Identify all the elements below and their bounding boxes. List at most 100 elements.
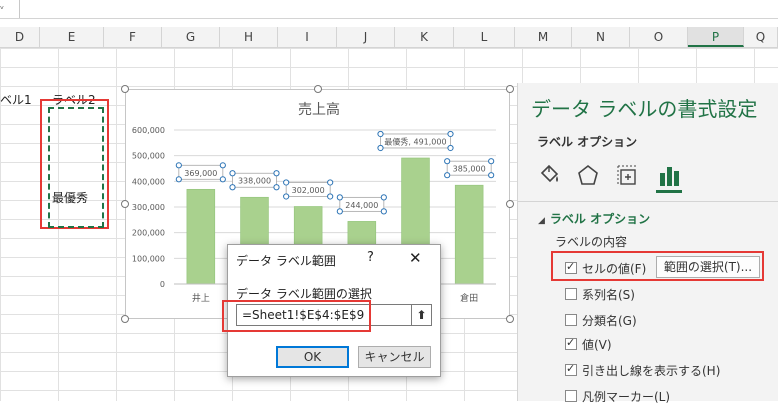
data-label: 369,000 [184,169,217,178]
column-header-l[interactable]: L [454,27,515,47]
data-label-handle [327,179,334,186]
collapse-dialog-icon[interactable]: ⬆ [412,304,432,326]
cancel-button[interactable]: キャンセル [358,346,431,368]
name-box-dropdown-icon[interactable]: ᵥ [0,1,4,12]
resize-handle[interactable] [121,85,129,93]
label-option-1[interactable]: 系列名(S) [565,285,635,303]
data-label: 244,000 [345,201,378,210]
data-label-handle [447,130,454,138]
data-label-range-dialog: データ ラベル範囲 ? ✕ データ ラベル範囲の選択 ⬆ OK キャンセル [222,244,441,377]
label-option-3[interactable]: 値(V) [565,335,612,353]
x-tick-label: 倉田 [460,292,478,304]
y-tick-label: 300,000 [132,203,165,212]
pane-subtitle[interactable]: ラベル オプション [537,133,637,150]
x-tick-label: 井上 [192,292,210,304]
option-label: 分類名(G) [582,313,637,328]
resize-handle[interactable] [506,200,514,208]
option-label: 引き出し線を表示する(H) [582,363,721,378]
cell-e-value[interactable]: 最優秀 [52,189,88,206]
data-label-handle [336,194,343,201]
y-tick-label: 200,000 [132,229,165,238]
data-label: 最優秀, 491,000 [384,136,446,146]
column-header-p[interactable]: P [688,27,744,47]
data-label-handle [283,193,290,200]
column-header-bar: DEFGHIJKLMNOPQ [0,27,778,48]
dialog-title: データ ラベル範囲 [236,254,336,268]
label-options-section-header[interactable]: ◢ ラベル オプション [538,210,650,227]
label-option-0[interactable]: セルの値(F) [565,259,646,277]
option-checkbox[interactable] [565,336,577,350]
data-label-handle [380,194,387,201]
bar[interactable] [186,188,216,285]
column-header-m[interactable]: M [515,27,572,47]
data-label-handle [273,184,280,191]
formula-divider [19,0,20,18]
option-checkbox[interactable] [565,314,577,326]
data-label-handle [273,170,280,177]
fill-bucket-icon[interactable] [536,163,562,189]
column-header-i[interactable]: I [278,27,337,47]
column-header-e[interactable]: E [40,27,104,47]
y-tick-label: 400,000 [132,177,165,186]
option-label: 系列名(S) [582,287,635,302]
y-tick-label: 0 [160,280,165,289]
y-tick-label: 600,000 [132,126,165,135]
resize-handle[interactable] [121,200,129,208]
close-icon[interactable]: ✕ [409,249,422,267]
data-label-handle [219,162,226,169]
data-label-handle [175,162,182,169]
column-header-g[interactable]: G [162,27,220,47]
option-checkbox[interactable] [565,390,577,402]
column-header-q[interactable]: Q [744,27,778,47]
column-header-f[interactable]: F [104,27,162,47]
column-header-k[interactable]: K [395,27,454,47]
active-tab-indicator [656,190,682,193]
option-checkbox[interactable] [565,288,577,300]
resize-handle[interactable] [314,85,322,93]
formula-bar: ᵥ [0,0,778,19]
pane-title: データ ラベルの書式設定 [531,97,758,121]
option-label: 値(V) [582,337,612,352]
label-option-2[interactable]: 分類名(G) [565,311,637,329]
option-label: セルの値(F) [582,261,647,276]
size-properties-icon[interactable] [615,163,641,189]
option-checkbox[interactable] [565,362,577,376]
data-label-handle [283,179,290,186]
data-label-handle [175,176,182,183]
ok-button[interactable]: OK [276,346,349,368]
pentagon-effects-icon[interactable] [575,163,601,189]
bar-chart-options-icon[interactable] [656,163,682,189]
resize-handle[interactable] [121,315,129,323]
data-label-handle [327,193,334,200]
column-header-d[interactable]: D [0,27,40,47]
bar[interactable] [454,184,484,285]
data-label-handle [229,170,236,177]
data-label-handle [447,144,454,152]
y-tick-label: 500,000 [132,152,165,161]
data-label-handle [444,158,451,165]
column-header-n[interactable]: N [572,27,630,47]
help-button[interactable]: ? [367,250,374,265]
y-tick-label: 100,000 [132,254,165,263]
cell-d-header[interactable]: ベル1 [0,91,32,108]
column-header-o[interactable]: O [630,27,688,47]
data-label-handle [377,144,384,152]
data-label-handle [488,158,495,165]
label-contents-heading: ラベルの内容 [555,235,628,249]
data-label: 302,000 [292,186,325,195]
option-checkbox[interactable] [565,260,577,274]
data-label-handle [229,184,236,191]
data-label: 338,000 [238,177,271,186]
chart-title: 売上高 [298,101,340,118]
data-label: 385,000 [453,165,486,174]
column-header-h[interactable]: H [220,27,278,47]
column-header-j[interactable]: J [337,27,395,47]
label-option-5[interactable]: 凡例マーカー(L) [565,387,670,405]
resize-handle[interactable] [506,85,514,93]
data-label-handle [444,172,451,179]
label-option-4[interactable]: 引き出し線を表示する(H) [565,361,720,379]
option-label: 凡例マーカー(L) [582,389,671,404]
data-label-handle [380,208,387,215]
resize-handle[interactable] [506,315,514,323]
pane-divider [518,201,778,202]
